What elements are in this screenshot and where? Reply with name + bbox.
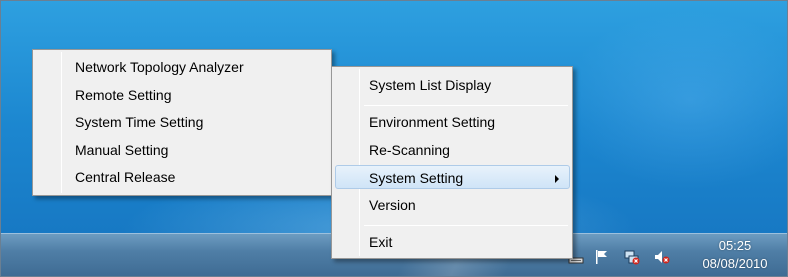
- menu-gutter: [359, 69, 360, 256]
- menu-item-label: System Time Setting: [75, 114, 204, 130]
- menu-item-label: Remote Setting: [75, 87, 172, 103]
- network-error-icon[interactable]: [624, 249, 640, 265]
- clock-date: 08/08/2010: [702, 256, 768, 271]
- menu-item-label: Network Topology Analyzer: [75, 59, 244, 75]
- action-center-flag-icon[interactable]: [594, 249, 610, 265]
- menu-item-central-release[interactable]: Central Release: [37, 165, 329, 189]
- menu-separator: [364, 225, 568, 226]
- menu-item-network-topology-analyzer[interactable]: Network Topology Analyzer: [37, 55, 329, 79]
- menu-item-label: Environment Setting: [369, 114, 496, 130]
- menu-item-system-setting[interactable]: System Setting: [335, 165, 570, 189]
- menu-item-label: Exit: [369, 234, 393, 250]
- menu-item-label: Central Release: [75, 169, 176, 185]
- menu-item-label: Version: [369, 197, 416, 213]
- menu-item-environment-setting[interactable]: Environment Setting: [336, 110, 570, 134]
- menu-item-remote-setting[interactable]: Remote Setting: [37, 83, 329, 107]
- menu-item-re-scanning[interactable]: Re-Scanning: [336, 138, 570, 162]
- submenu-arrow-icon: [555, 175, 559, 183]
- menu-separator: [364, 105, 568, 106]
- menu-item-system-list-display[interactable]: System List Display: [336, 73, 570, 97]
- menu-item-label: System Setting: [369, 170, 464, 186]
- volume-muted-icon[interactable]: [654, 249, 670, 265]
- menu-item-version[interactable]: Version: [336, 193, 570, 217]
- taskbar-clock[interactable]: 05:25 08/08/2010: [690, 237, 780, 273]
- clock-time: 05:25: [718, 238, 752, 253]
- system-setting-submenu: Network Topology Analyzer Remote Setting…: [32, 49, 332, 196]
- menu-item-manual-setting[interactable]: Manual Setting: [37, 138, 329, 162]
- menu-item-exit[interactable]: Exit: [336, 230, 570, 254]
- menu-item-label: System List Display: [369, 77, 492, 93]
- tray-context-menu: System List Display Environment Setting …: [331, 66, 573, 259]
- menu-item-system-time-setting[interactable]: System Time Setting: [37, 110, 329, 134]
- menu-item-label: Re-Scanning: [369, 142, 450, 158]
- menu-item-label: Manual Setting: [75, 142, 169, 158]
- desktop: 05:25 08/08/2010 Network Topology Analyz…: [0, 0, 788, 277]
- wallpaper-glow: [560, 10, 788, 190]
